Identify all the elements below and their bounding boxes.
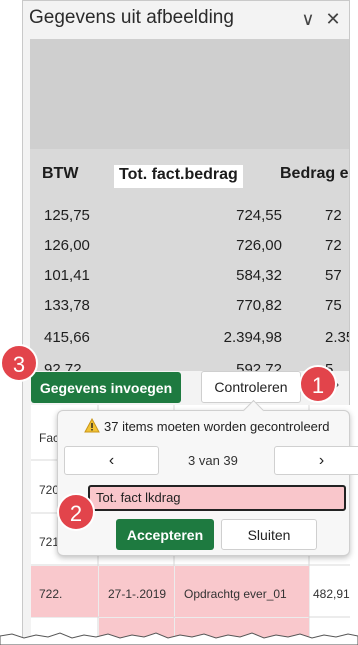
scan-cell: 92,72 bbox=[44, 361, 82, 371]
close-button[interactable]: Sluiten bbox=[221, 519, 317, 550]
scan-cell: 415,66 bbox=[44, 329, 90, 346]
scan-cell: 57 bbox=[325, 267, 342, 284]
scan-cell: 726,00 bbox=[236, 237, 282, 254]
scan-cell: 592,72 bbox=[236, 361, 282, 371]
warning-message: 37 items moeten worden gecontroleerd bbox=[104, 419, 330, 434]
review-button[interactable]: Controleren bbox=[201, 371, 301, 403]
table-cell[interactable]: 482,91 bbox=[313, 587, 350, 601]
scan-cell: 584,32 bbox=[236, 267, 282, 284]
warning-icon bbox=[84, 418, 100, 433]
callout-badge-2: 2 bbox=[57, 493, 95, 531]
scan-cell: 75 bbox=[325, 297, 342, 314]
close-icon[interactable]: ✕ bbox=[322, 8, 344, 30]
table-cell[interactable]: 27-1-.2019 bbox=[108, 587, 166, 601]
scan-header-bedrag: Bedrag e bbox=[280, 165, 349, 182]
scan-cell: 2.394,98 bbox=[223, 329, 282, 346]
scan-cell: 724,55 bbox=[236, 207, 282, 224]
chevron-left-icon: ‹ bbox=[108, 451, 115, 469]
torn-edge bbox=[0, 632, 358, 645]
scan-cell: 770,82 bbox=[236, 297, 282, 314]
accept-button[interactable]: Accepteren bbox=[116, 519, 214, 550]
scan-cell: 72 bbox=[325, 207, 342, 224]
callout-badge-1: 1 bbox=[299, 365, 337, 403]
next-item-button[interactable]: › bbox=[274, 446, 358, 475]
callout-badge-3: 3 bbox=[0, 344, 38, 382]
insert-data-button[interactable]: Gegevens invoegen bbox=[31, 372, 181, 403]
review-popover: 37 items moeten worden gecontroleerd ‹ 3… bbox=[57, 410, 358, 556]
previous-item-button[interactable]: ‹ bbox=[64, 446, 159, 475]
table-cell[interactable]: Opdrachtg ever_01 bbox=[184, 587, 287, 601]
scan-cell: 133,78 bbox=[44, 297, 90, 314]
image-band bbox=[30, 39, 349, 149]
pane-title: Gegevens uit afbeelding bbox=[29, 7, 234, 28]
scan-cell: 2.35 bbox=[325, 329, 349, 346]
pane-header: Gegevens uit afbeelding ∨ ✕ bbox=[23, 1, 349, 37]
scan-header-highlighted: Tot. fact.bedrag bbox=[114, 165, 243, 188]
collapse-chevron-icon[interactable]: ∨ bbox=[297, 8, 319, 30]
scanned-image: BTW Tot. fact.bedrag Bedrag e 125,75 724… bbox=[30, 39, 349, 371]
value-edit-field[interactable]: Tot. fact lkdrag bbox=[88, 485, 346, 511]
scan-cell: 126,00 bbox=[44, 237, 90, 254]
scan-cell: 125,75 bbox=[44, 207, 90, 224]
table-cell[interactable]: 722. bbox=[39, 587, 62, 601]
scan-cell: 72 bbox=[325, 237, 342, 254]
scan-cell: 101,41 bbox=[44, 267, 90, 284]
scan-header-btw: BTW bbox=[42, 165, 79, 182]
item-counter: 3 van 39 bbox=[188, 453, 238, 468]
chevron-right-icon: › bbox=[318, 451, 325, 469]
